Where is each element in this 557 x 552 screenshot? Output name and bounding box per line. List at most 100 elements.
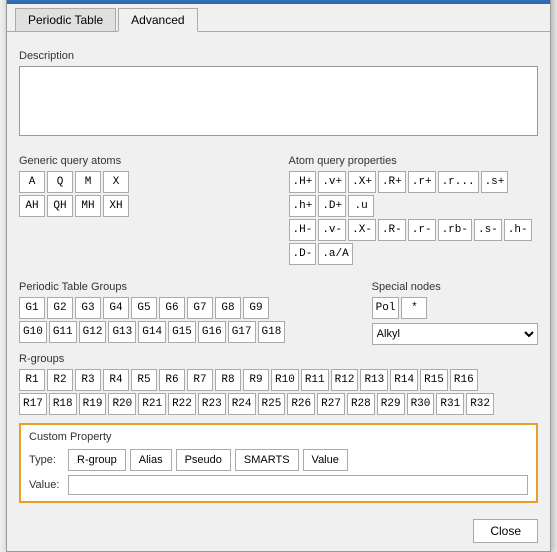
special-btn-[interactable]: * bbox=[401, 297, 427, 319]
r-group-btn-R23[interactable]: R23 bbox=[198, 393, 226, 415]
atom-query-btn-r[interactable]: .r+ bbox=[408, 171, 436, 193]
atom-query-btn-v[interactable]: .v+ bbox=[318, 171, 346, 193]
type-btn-alias[interactable]: Alias bbox=[130, 449, 172, 471]
atom-query-btn-D[interactable]: .D- bbox=[289, 243, 317, 265]
r-group-btn-R4[interactable]: R4 bbox=[103, 369, 129, 391]
type-btn-r-group[interactable]: R-group bbox=[68, 449, 126, 471]
r-group-btn-R6[interactable]: R6 bbox=[159, 369, 185, 391]
periodic-groups-col: Periodic Table Groups G1G2G3G4G5G6G7G8G9… bbox=[19, 273, 352, 345]
r-group-btn-R16[interactable]: R16 bbox=[450, 369, 478, 391]
r-group-btn-R25[interactable]: R25 bbox=[258, 393, 286, 415]
generic-btn-QH[interactable]: QH bbox=[47, 195, 73, 217]
r-group-btn-R3[interactable]: R3 bbox=[75, 369, 101, 391]
generic-btn-X[interactable]: X bbox=[103, 171, 129, 193]
description-input[interactable] bbox=[19, 66, 538, 136]
type-btn-value[interactable]: Value bbox=[303, 449, 348, 471]
atom-query-btn-r[interactable]: .r- bbox=[408, 219, 436, 241]
r-group-btn-R11[interactable]: R11 bbox=[301, 369, 329, 391]
periodic-btn-G13[interactable]: G13 bbox=[108, 321, 136, 343]
generic-btn-M[interactable]: M bbox=[75, 171, 101, 193]
r-group-btn-R9[interactable]: R9 bbox=[243, 369, 269, 391]
generic-btn-Q[interactable]: Q bbox=[47, 171, 73, 193]
atom-query-btn-h[interactable]: .h+ bbox=[289, 195, 317, 217]
atom-query-btn-h[interactable]: .h- bbox=[504, 219, 532, 241]
type-btn-pseudo[interactable]: Pseudo bbox=[176, 449, 231, 471]
r-group-btn-R10[interactable]: R10 bbox=[271, 369, 299, 391]
generic-btn-XH[interactable]: XH bbox=[103, 195, 129, 217]
periodic-btn-G17[interactable]: G17 bbox=[228, 321, 256, 343]
atom-query-btn-r[interactable]: .r... bbox=[438, 171, 479, 193]
atom-query-btn-H[interactable]: .H+ bbox=[289, 171, 317, 193]
atom-query-btn-H[interactable]: .H- bbox=[289, 219, 317, 241]
r-group-btn-R17[interactable]: R17 bbox=[19, 393, 47, 415]
tab-periodic-table[interactable]: Periodic Table bbox=[15, 8, 116, 31]
special-btn-Pol[interactable]: Pol bbox=[372, 297, 400, 319]
r-group-btn-R5[interactable]: R5 bbox=[131, 369, 157, 391]
r-group-btn-R8[interactable]: R8 bbox=[215, 369, 241, 391]
r-group-btn-R18[interactable]: R18 bbox=[49, 393, 77, 415]
advanced-panel: Description Generic query atoms AQMX AHQ… bbox=[7, 32, 550, 513]
atom-query-btn-R[interactable]: .R- bbox=[378, 219, 406, 241]
type-btn-smarts[interactable]: SMARTS bbox=[235, 449, 299, 471]
atom-query-btn-aA[interactable]: .a/A bbox=[318, 243, 352, 265]
periodic-btn-G12[interactable]: G12 bbox=[79, 321, 107, 343]
alkyl-select[interactable]: Alkyl bbox=[372, 323, 538, 345]
value-label: Value: bbox=[29, 479, 64, 491]
periodic-btn-G14[interactable]: G14 bbox=[138, 321, 166, 343]
special-nodes-col: Special nodes Pol* Alkyl bbox=[372, 273, 538, 345]
generic-query-label: Generic query atoms bbox=[19, 155, 269, 167]
r-group-btn-R20[interactable]: R20 bbox=[108, 393, 136, 415]
atom-query-btn-u[interactable]: .u bbox=[348, 195, 374, 217]
periodic-btn-G7[interactable]: G7 bbox=[187, 297, 213, 319]
r-group-btn-R28[interactable]: R28 bbox=[347, 393, 375, 415]
generic-btn-A[interactable]: A bbox=[19, 171, 45, 193]
atom-query-btn-X[interactable]: .X+ bbox=[348, 171, 376, 193]
periodic-groups-label: Periodic Table Groups bbox=[19, 281, 352, 293]
periodic-btn-G3[interactable]: G3 bbox=[75, 297, 101, 319]
r-group-btn-R7[interactable]: R7 bbox=[187, 369, 213, 391]
periodic-btn-G9[interactable]: G9 bbox=[243, 297, 269, 319]
periodic-btn-G18[interactable]: G18 bbox=[258, 321, 286, 343]
r-group-btn-R1[interactable]: R1 bbox=[19, 369, 45, 391]
atom-query-btn-rb[interactable]: .rb- bbox=[438, 219, 472, 241]
atom-query-btn-R[interactable]: .R+ bbox=[378, 171, 406, 193]
atom-query-btn-D[interactable]: .D+ bbox=[318, 195, 346, 217]
periodic-btn-G4[interactable]: G4 bbox=[103, 297, 129, 319]
r-groups-row1: R1R2R3R4R5R6R7R8R9R10R11R12R13R14R15R16 bbox=[19, 369, 538, 391]
close-button[interactable]: Close bbox=[473, 519, 538, 543]
periodic-btn-G10[interactable]: G10 bbox=[19, 321, 47, 343]
r-group-btn-R2[interactable]: R2 bbox=[47, 369, 73, 391]
r-group-btn-R12[interactable]: R12 bbox=[331, 369, 359, 391]
periodic-row1: G1G2G3G4G5G6G7G8G9 bbox=[19, 297, 352, 319]
periodic-btn-G15[interactable]: G15 bbox=[168, 321, 196, 343]
periodic-btn-G2[interactable]: G2 bbox=[47, 297, 73, 319]
r-group-btn-R15[interactable]: R15 bbox=[420, 369, 448, 391]
tab-advanced[interactable]: Advanced bbox=[118, 8, 197, 32]
r-group-btn-R14[interactable]: R14 bbox=[390, 369, 418, 391]
periodic-btn-G11[interactable]: G11 bbox=[49, 321, 77, 343]
r-group-btn-R26[interactable]: R26 bbox=[287, 393, 315, 415]
generic-btn-AH[interactable]: AH bbox=[19, 195, 45, 217]
r-group-btn-R22[interactable]: R22 bbox=[168, 393, 196, 415]
periodic-btn-G8[interactable]: G8 bbox=[215, 297, 241, 319]
r-group-btn-R31[interactable]: R31 bbox=[436, 393, 464, 415]
generic-btn-MH[interactable]: MH bbox=[75, 195, 101, 217]
periodic-btn-G6[interactable]: G6 bbox=[159, 297, 185, 319]
r-group-btn-R32[interactable]: R32 bbox=[466, 393, 494, 415]
r-group-btn-R21[interactable]: R21 bbox=[138, 393, 166, 415]
atom-query-btn-v[interactable]: .v- bbox=[318, 219, 346, 241]
r-group-btn-R13[interactable]: R13 bbox=[360, 369, 388, 391]
periodic-btn-G16[interactable]: G16 bbox=[198, 321, 226, 343]
periodic-btn-G5[interactable]: G5 bbox=[131, 297, 157, 319]
periodic-btn-G1[interactable]: G1 bbox=[19, 297, 45, 319]
atom-query-btn-s[interactable]: .s- bbox=[474, 219, 502, 241]
r-group-btn-R30[interactable]: R30 bbox=[407, 393, 435, 415]
atom-query-btn-X[interactable]: .X- bbox=[348, 219, 376, 241]
r-group-btn-R29[interactable]: R29 bbox=[377, 393, 405, 415]
atom-query-btn-s[interactable]: .s+ bbox=[481, 171, 509, 193]
r-group-btn-R27[interactable]: R27 bbox=[317, 393, 345, 415]
r-group-btn-R19[interactable]: R19 bbox=[79, 393, 107, 415]
r-group-btn-R24[interactable]: R24 bbox=[228, 393, 256, 415]
special-nodes-label: Special nodes bbox=[372, 281, 538, 293]
value-input[interactable] bbox=[68, 475, 528, 495]
